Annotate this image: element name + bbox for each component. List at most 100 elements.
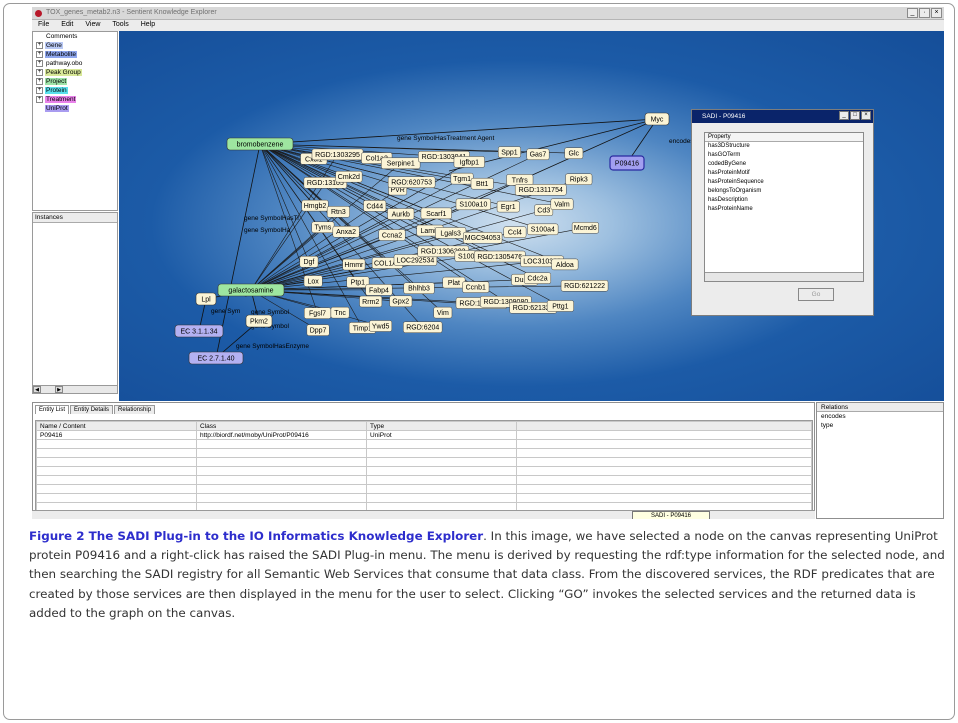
gene-node[interactable]: Aldoa bbox=[551, 258, 579, 271]
gene-node[interactable]: MGC94053 bbox=[463, 231, 503, 244]
gene-node[interactable]: Rrm2 bbox=[359, 295, 383, 308]
property-item[interactable]: belongsToOrganism bbox=[705, 187, 863, 196]
gene-node[interactable]: S100a10 bbox=[455, 198, 491, 211]
minimize-button[interactable]: _ bbox=[907, 8, 918, 18]
gene-node[interactable]: RGD:1303295 bbox=[311, 148, 364, 161]
tab-relationship[interactable]: Relationship bbox=[114, 405, 156, 414]
table-row[interactable] bbox=[36, 493, 812, 503]
maximize-button[interactable]: · bbox=[919, 8, 930, 18]
menu-tools[interactable]: Tools bbox=[106, 20, 134, 31]
gene-node[interactable]: Ccnb1 bbox=[462, 281, 490, 293]
gene-node[interactable]: Cd3 bbox=[534, 204, 554, 216]
gene-node[interactable]: Dpp7 bbox=[306, 324, 330, 336]
sadi-maximize-button[interactable]: □ bbox=[850, 111, 860, 120]
gene-node[interactable]: Bhlhb3 bbox=[403, 282, 435, 294]
tree-item[interactable]: + pathway.obo bbox=[33, 59, 117, 68]
tree-item[interactable]: UniProt bbox=[33, 104, 117, 113]
gene-node[interactable]: Pttg1 bbox=[546, 300, 574, 312]
gene-node[interactable]: Egr1 bbox=[496, 200, 520, 213]
gene-node[interactable]: S100a4 bbox=[527, 223, 559, 236]
node-lpl[interactable]: Lpl bbox=[195, 292, 217, 306]
gene-node[interactable]: Scarf1 bbox=[420, 207, 452, 220]
tree-item[interactable]: + Project bbox=[33, 77, 117, 86]
table-row[interactable] bbox=[36, 439, 812, 449]
tree-item[interactable]: + Peak Group bbox=[33, 68, 117, 77]
gene-node[interactable]: Anxa2 bbox=[332, 226, 360, 238]
property-item[interactable]: hasProteinName bbox=[705, 205, 863, 214]
tree-item[interactable]: + Protein bbox=[33, 86, 117, 95]
gene-node[interactable]: Ywd5 bbox=[369, 320, 393, 332]
gene-node[interactable]: Ccl4 bbox=[503, 226, 527, 238]
gene-node[interactable]: Cmk2d bbox=[335, 170, 363, 183]
gene-node[interactable]: RGD:6204 bbox=[403, 321, 443, 333]
gene-node[interactable]: RGD:620753 bbox=[387, 176, 436, 188]
gene-node[interactable]: Lox bbox=[303, 275, 323, 287]
gene-node[interactable]: RGD:1305476 bbox=[473, 250, 526, 263]
column-name[interactable]: Name / Content bbox=[36, 421, 197, 431]
column-class[interactable]: Class bbox=[196, 421, 367, 431]
node-bromobenzene[interactable]: bromobenzene bbox=[226, 137, 294, 151]
close-button[interactable]: × bbox=[931, 8, 942, 18]
relation-item[interactable]: encodes bbox=[817, 412, 943, 421]
tree-item[interactable]: + Metabolite bbox=[33, 50, 117, 59]
gene-node[interactable]: Aurkb bbox=[387, 208, 415, 220]
gene-node[interactable]: Serpine1 bbox=[381, 157, 421, 170]
property-list-scrollbar[interactable] bbox=[705, 272, 863, 281]
node-ec2[interactable]: EC 2.7.1.40 bbox=[188, 351, 244, 365]
table-row[interactable] bbox=[36, 475, 812, 485]
gene-node[interactable]: Glc bbox=[564, 147, 584, 159]
gene-node[interactable]: Dgf bbox=[299, 255, 319, 268]
node-galactosamine[interactable]: galactosamine bbox=[217, 283, 285, 297]
sadi-property-list[interactable]: Property has3DStructure hasGOTerm codedByG… bbox=[704, 132, 864, 282]
property-item[interactable]: hasGOTerm bbox=[705, 151, 863, 160]
property-item[interactable]: hasProteinSequence bbox=[705, 178, 863, 187]
scroll-left-icon[interactable]: ◀ bbox=[33, 386, 41, 393]
gene-node[interactable]: Tnc bbox=[330, 306, 350, 319]
gene-node[interactable]: Btt1 bbox=[470, 177, 494, 190]
gene-node[interactable]: Fgsl7 bbox=[304, 307, 332, 319]
expand-icon[interactable]: + bbox=[36, 95, 43, 103]
graph-canvas[interactable]: gene SymbolHasTreatment Agent encodes gene… bbox=[119, 31, 944, 401]
gene-node[interactable]: Hmgb2 bbox=[301, 199, 329, 212]
gene-node[interactable]: Fabp4 bbox=[365, 284, 393, 296]
expand-icon[interactable]: + bbox=[36, 59, 43, 67]
gene-node[interactable]: Tyms bbox=[311, 221, 335, 234]
gene-node[interactable]: Tnfrs bbox=[506, 174, 534, 186]
property-item[interactable]: hasDescription bbox=[705, 196, 863, 205]
gene-node[interactable]: Gpx2 bbox=[389, 295, 413, 308]
gene-node[interactable]: Cdc2a bbox=[524, 272, 552, 284]
gene-node[interactable]: Igfbp1 bbox=[453, 156, 485, 168]
tab-entity-list[interactable]: Entity List bbox=[35, 405, 70, 414]
gene-node[interactable]: Vim bbox=[433, 306, 453, 319]
expand-icon[interactable]: + bbox=[36, 77, 43, 85]
gene-node[interactable]: Hmmr bbox=[342, 258, 366, 271]
node-pkm2[interactable]: Pkm2 bbox=[245, 314, 273, 328]
menu-help[interactable]: Help bbox=[135, 20, 161, 31]
expand-icon[interactable]: + bbox=[36, 41, 43, 49]
gene-node[interactable]: Plat bbox=[442, 276, 466, 289]
gene-node[interactable]: Lgals3 bbox=[435, 227, 467, 239]
gene-node[interactable]: RGD:621222 bbox=[560, 280, 609, 292]
property-item[interactable]: has3DStructure bbox=[705, 142, 863, 151]
gene-node[interactable]: Valm bbox=[550, 198, 574, 210]
node-ec1[interactable]: EC 3.1.1.34 bbox=[174, 324, 224, 338]
expand-icon[interactable]: + bbox=[36, 86, 43, 94]
gene-node[interactable]: Ccna2 bbox=[378, 229, 406, 241]
sadi-minimize-button[interactable]: _ bbox=[839, 111, 849, 120]
table-row[interactable] bbox=[36, 448, 812, 458]
expand-icon[interactable]: + bbox=[36, 68, 43, 76]
gene-node[interactable]: Ripk3 bbox=[565, 173, 593, 186]
table-row[interactable]: P09416 http://biordf.net/moby/UniProt/P09… bbox=[36, 430, 812, 440]
node-p09416[interactable]: P09416 bbox=[609, 155, 645, 171]
property-item[interactable]: hasProteinMotif bbox=[705, 169, 863, 178]
scroll-right-icon[interactable]: ▶ bbox=[55, 386, 63, 393]
tab-entity-details[interactable]: Entity Details bbox=[70, 405, 114, 414]
table-row[interactable] bbox=[36, 466, 812, 476]
gene-node[interactable]: Tgm1 bbox=[450, 172, 474, 185]
tree-item[interactable]: + Gene bbox=[33, 41, 117, 50]
menu-file[interactable]: File bbox=[32, 20, 55, 31]
menu-edit[interactable]: Edit bbox=[55, 20, 79, 31]
tree-horizontal-scrollbar[interactable]: ◀ ▶ bbox=[32, 385, 118, 394]
tree-item[interactable]: + Treatment bbox=[33, 95, 117, 104]
gene-node[interactable]: Spp1 bbox=[498, 146, 521, 158]
